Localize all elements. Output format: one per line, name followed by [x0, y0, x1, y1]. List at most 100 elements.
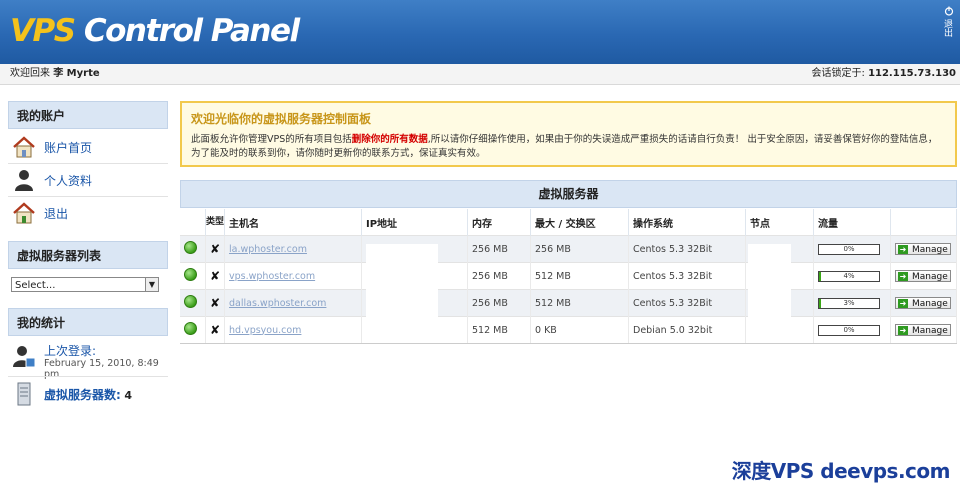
status-cell — [180, 235, 206, 263]
sidebar-item-logout[interactable]: 退出 — [10, 199, 168, 227]
sidebar-item-home-label[interactable]: 账户首页 — [44, 139, 92, 156]
table-row: ✘ la.wphoster.com 256 MB 256 MB Centos 5.3 3… — [180, 235, 957, 263]
stat-vs-count: 虚拟服务器数: 4 — [10, 380, 168, 408]
col-ip: IP地址 — [361, 209, 468, 236]
manage-label: Manage — [912, 299, 948, 309]
account-heading: 我的账户 — [8, 101, 168, 129]
status-online-icon — [184, 295, 197, 308]
logout-house-icon — [13, 202, 35, 224]
xen-type-icon: ✘ — [209, 242, 221, 256]
hostname-cell: hd.vpsyou.com — [224, 316, 362, 344]
action-cell: ➜ Manage — [890, 316, 957, 344]
hostname-link[interactable]: la.wphoster.com — [229, 244, 307, 255]
logo[interactable]: VPS Control Panel — [10, 13, 300, 49]
status-online-icon — [184, 268, 197, 281]
manage-button[interactable]: ➜ Manage — [895, 243, 951, 255]
hostname-cell: dallas.wphoster.com — [224, 289, 362, 317]
col-swap: 最大 / 交换区 — [530, 209, 629, 236]
notice-body: 此面板允许你管理VPS的所有项目包括删除你的所有数据,所以请你仔细操作使用，如果… — [191, 133, 946, 161]
traffic-percent: 0% — [843, 244, 855, 253]
swap-cell: 256 MB — [530, 235, 629, 263]
col-hostname: 主机名 — [224, 209, 362, 236]
os-cell: Debian 5.0 32bit — [628, 316, 746, 344]
traffic-cell: 4% — [813, 262, 891, 290]
hostname-link[interactable]: dallas.wphoster.com — [229, 298, 326, 309]
memory-cell: 256 MB — [467, 289, 531, 317]
user-clock-icon — [13, 346, 36, 368]
action-cell: ➜ Manage — [890, 289, 957, 317]
redacted-ip-block — [366, 244, 438, 334]
action-cell: ➜ Manage — [890, 235, 957, 263]
status-cell — [180, 289, 206, 317]
hostname-link[interactable]: vps.wphoster.com — [229, 271, 315, 282]
welcome-strip: 欢迎回来 李 Myrte 会话锁定于: 112.115.73.130 — [0, 64, 960, 85]
col-action — [890, 209, 957, 236]
power-icon — [944, 6, 954, 16]
traffic-bar: 0% — [818, 324, 880, 336]
user-icon — [15, 170, 33, 191]
chevron-down-icon[interactable]: ▼ — [145, 278, 158, 291]
col-status — [180, 209, 206, 236]
type-cell: ✘ — [205, 262, 225, 290]
manage-label: Manage — [912, 245, 948, 255]
hostname-cell: vps.wphoster.com — [224, 262, 362, 290]
sidebar-item-logout-label[interactable]: 退出 — [44, 205, 68, 222]
table-row: ✘ vps.wphoster.com 256 MB 512 MB Centos 5.3 … — [180, 262, 957, 290]
last-login-label: 上次登录: — [44, 344, 97, 358]
traffic-percent: 4% — [843, 271, 855, 280]
arrow-right-icon: ➜ — [898, 245, 908, 254]
type-cell: ✘ — [205, 316, 225, 344]
status-cell — [180, 262, 206, 290]
os-cell: Centos 5.3 32Bit — [628, 235, 746, 263]
sidebar-item-profile-label[interactable]: 个人资料 — [44, 172, 92, 189]
table-row: ✘ hd.vpsyou.com 512 MB 0 KB Debian 5.0 32bit… — [180, 316, 957, 344]
hostname-cell: la.wphoster.com — [224, 235, 362, 263]
header-logout-button[interactable]: 退出 — [941, 6, 957, 37]
traffic-bar: 0% — [818, 243, 880, 255]
swap-cell: 0 KB — [530, 316, 629, 344]
welcome-text: 欢迎回来 李 Myrte — [10, 64, 100, 84]
session-info: 会话锁定于: 112.115.73.130 — [812, 64, 957, 84]
session-label: 会话锁定于: — [811, 68, 865, 79]
xen-type-icon: ✘ — [209, 296, 221, 310]
arrow-right-icon: ➜ — [898, 272, 908, 281]
col-os: 操作系统 — [628, 209, 746, 236]
sidebar-item-home[interactable]: 账户首页 — [10, 133, 168, 161]
memory-cell: 256 MB — [467, 235, 531, 263]
col-memory: 内存 — [467, 209, 531, 236]
col-traffic: 流量 — [813, 209, 891, 236]
os-cell: Centos 5.3 32Bit — [628, 289, 746, 317]
stats-heading: 我的统计 — [8, 308, 168, 336]
app-header: VPS Control Panel 退出 — [0, 0, 960, 64]
traffic-cell: 3% — [813, 289, 891, 317]
memory-cell: 512 MB — [467, 316, 531, 344]
hostname-link[interactable]: hd.vpsyou.com — [229, 325, 301, 336]
sidebar-item-profile[interactable]: 个人资料 — [10, 166, 168, 194]
col-type: 类型 — [205, 209, 225, 236]
divider — [8, 196, 168, 197]
arrow-right-icon: ➜ — [898, 299, 908, 308]
vs-select[interactable]: Select... ▼ — [11, 277, 159, 292]
xen-type-icon: ✘ — [209, 323, 221, 337]
watermark: 深度VPS deevps.com — [731, 459, 951, 483]
table-header-row: 类型 主机名 IP地址 内存 最大 / 交换区 操作系统 节点 流量 — [180, 209, 957, 236]
swap-cell: 512 MB — [530, 262, 629, 290]
traffic-percent: 3% — [843, 298, 855, 307]
manage-button[interactable]: ➜ Manage — [895, 324, 951, 336]
status-online-icon — [184, 322, 197, 335]
divider — [8, 376, 168, 377]
action-cell: ➜ Manage — [890, 262, 957, 290]
notice-warning: 删除你的所有数据 — [351, 134, 428, 145]
manage-button[interactable]: ➜ Manage — [895, 270, 951, 282]
memory-cell: 256 MB — [467, 262, 531, 290]
vs-count-value: 4 — [124, 389, 132, 402]
vs-list-heading: 虚拟服务器列表 — [8, 241, 168, 269]
type-cell: ✘ — [205, 289, 225, 317]
arrow-right-icon: ➜ — [898, 326, 908, 335]
servers-table: 类型 主机名 IP地址 内存 最大 / 交换区 操作系统 节点 流量 ✘ la.w… — [180, 209, 957, 344]
os-cell: Centos 5.3 32Bit — [628, 262, 746, 290]
xen-type-icon: ✘ — [209, 269, 221, 283]
user-name: 李 Myrte — [53, 68, 100, 79]
manage-button[interactable]: ➜ Manage — [895, 297, 951, 309]
vs-count-label: 虚拟服务器数: — [44, 388, 121, 402]
